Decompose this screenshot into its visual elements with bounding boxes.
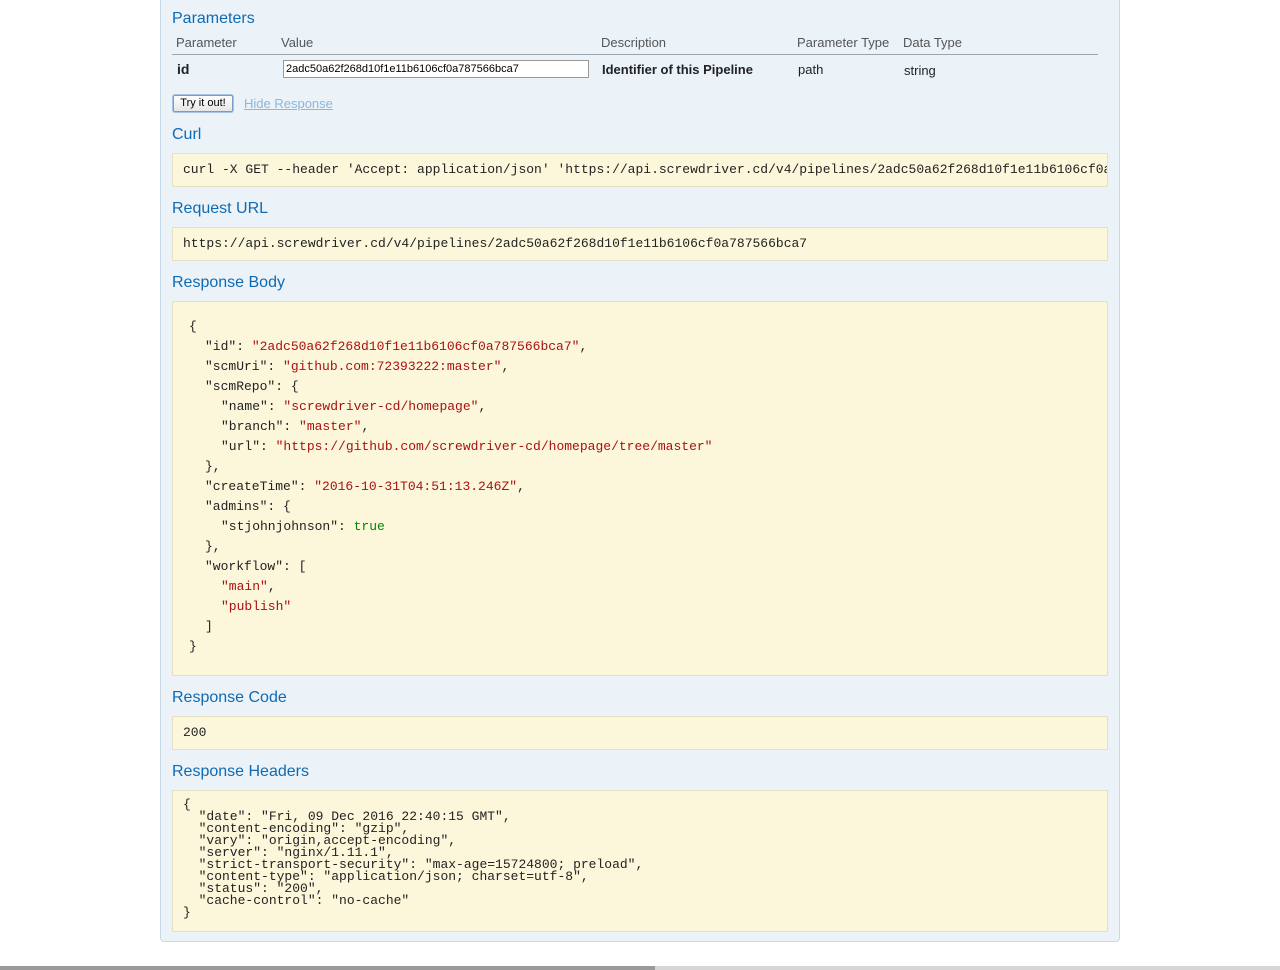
hide-response-link[interactable]: Hide Response bbox=[244, 96, 333, 111]
response-headers-heading: Response Headers bbox=[172, 763, 309, 780]
json-value: } bbox=[189, 639, 197, 654]
col-value: Value bbox=[281, 35, 314, 50]
json-value: { bbox=[290, 379, 299, 394]
header-line: "cache-control": "no-cache" bbox=[183, 893, 410, 908]
response-headers-json: { "date": "Fri, 09 Dec 2016 22:40:15 GMT… bbox=[183, 798, 643, 920]
response-headers-box: { "date": "Fri, 09 Dec 2016 22:40:15 GMT… bbox=[172, 790, 1108, 932]
json-line: } bbox=[189, 637, 712, 657]
json-line: "stjohnjohnson": true bbox=[189, 517, 712, 537]
col-description: Description bbox=[601, 35, 667, 50]
json-key: "scmUri": bbox=[205, 359, 284, 374]
id-input[interactable] bbox=[283, 60, 589, 78]
json-line: "branch": "master", bbox=[189, 417, 712, 437]
json-value: [ bbox=[298, 559, 307, 574]
json-value: { bbox=[283, 499, 291, 514]
response-code-heading: Response Code bbox=[172, 689, 287, 706]
json-line: { bbox=[189, 317, 712, 337]
json-line: }, bbox=[189, 457, 712, 477]
json-suffix: , bbox=[579, 339, 588, 354]
response-code-value: 200 bbox=[183, 725, 207, 740]
json-line: "publish" bbox=[189, 597, 712, 617]
json-value: "github.com:72393222:master" bbox=[283, 359, 502, 374]
response-body-json: { "id": "2adc50a62f268d10f1e11b6106cf0a78… bbox=[189, 317, 712, 657]
json-value: ] bbox=[205, 619, 213, 634]
response-body-heading: Response Body bbox=[172, 274, 285, 291]
json-key: "stjohnjohnson": bbox=[221, 519, 354, 534]
json-value: "2016-10-31T04:51:13.246Z" bbox=[314, 479, 518, 494]
json-key: "id": bbox=[205, 339, 252, 354]
json-value: { bbox=[189, 319, 197, 334]
response-body-box: { "id": "2adc50a62f268d10f1e11b6106cf0a78… bbox=[172, 301, 1108, 676]
response-code-box: 200 bbox=[172, 716, 1108, 750]
request-url-heading: Request URL bbox=[172, 200, 269, 217]
json-key: "name": bbox=[221, 399, 284, 414]
json-line: "createTime": "2016-10-31T04:51:13.246Z"… bbox=[189, 477, 712, 497]
json-key: "url": bbox=[221, 439, 276, 454]
json-suffix: , bbox=[267, 579, 276, 594]
parameter-description: Identifier of this Pipeline bbox=[602, 62, 753, 77]
json-line: "scmRepo": { bbox=[189, 377, 712, 397]
json-key: "workflow": bbox=[205, 559, 299, 574]
json-suffix: , bbox=[517, 479, 525, 494]
json-key: "scmRepo": bbox=[205, 379, 291, 394]
try-it-out-button[interactable]: Try it out! bbox=[173, 95, 233, 112]
json-value: "2adc50a62f268d10f1e11b6106cf0a787566bca… bbox=[251, 339, 580, 354]
json-suffix: , bbox=[361, 419, 370, 434]
parameters-heading: Parameters bbox=[172, 10, 255, 27]
request-url-box: https://api.screwdriver.cd/v4/pipelines/… bbox=[172, 227, 1108, 261]
json-key: "branch": bbox=[221, 419, 300, 434]
parameters-table-header: Parameter Value Description Parameter Ty… bbox=[172, 34, 1098, 55]
json-suffix: , bbox=[501, 359, 510, 374]
col-data-type: Data Type bbox=[903, 35, 963, 50]
json-key: "createTime": bbox=[205, 479, 315, 494]
curl-box: curl -X GET --header 'Accept: applicatio… bbox=[172, 153, 1108, 187]
json-value: true bbox=[353, 519, 385, 534]
json-suffix: , bbox=[478, 399, 487, 414]
json-line: "scmUri": "github.com:72393222:master", bbox=[189, 357, 712, 377]
json-value: "main" bbox=[221, 579, 268, 594]
horizontal-scrollbar-thumb[interactable] bbox=[0, 966, 655, 970]
operation-panel: Parameters Parameter Value Description P… bbox=[160, 0, 1120, 942]
parameter-type: path bbox=[798, 62, 824, 77]
json-value: "screwdriver-cd/homepage" bbox=[283, 399, 479, 414]
json-line: "url": "https://github.com/screwdriver-c… bbox=[189, 437, 712, 457]
json-line: ] bbox=[189, 617, 712, 637]
json-line: "id": "2adc50a62f268d10f1e11b6106cf0a787… bbox=[189, 337, 712, 357]
json-value: "master" bbox=[299, 419, 362, 434]
json-line: "name": "screwdriver-cd/homepage", bbox=[189, 397, 712, 417]
header-line: } bbox=[183, 905, 191, 920]
json-value: "publish" bbox=[221, 599, 292, 614]
json-line: "admins": { bbox=[189, 497, 712, 517]
request-url-value: https://api.screwdriver.cd/v4/pipelines/… bbox=[183, 236, 808, 251]
parameter-name: id bbox=[177, 61, 190, 77]
col-parameter-type: Parameter Type bbox=[797, 35, 890, 50]
parameter-data-type: string bbox=[904, 63, 936, 78]
json-line: "workflow": [ bbox=[189, 557, 712, 577]
json-value: }, bbox=[205, 459, 221, 474]
col-parameter: Parameter bbox=[176, 35, 237, 50]
json-value: }, bbox=[205, 539, 221, 554]
json-line: }, bbox=[189, 537, 712, 557]
json-value: "https://github.com/screwdriver-cd/homep… bbox=[275, 439, 713, 454]
json-line: "main", bbox=[189, 577, 712, 597]
curl-command: curl -X GET --header 'Accept: applicatio… bbox=[183, 162, 1108, 177]
curl-heading: Curl bbox=[172, 126, 202, 143]
json-key: "admins": bbox=[205, 499, 284, 514]
